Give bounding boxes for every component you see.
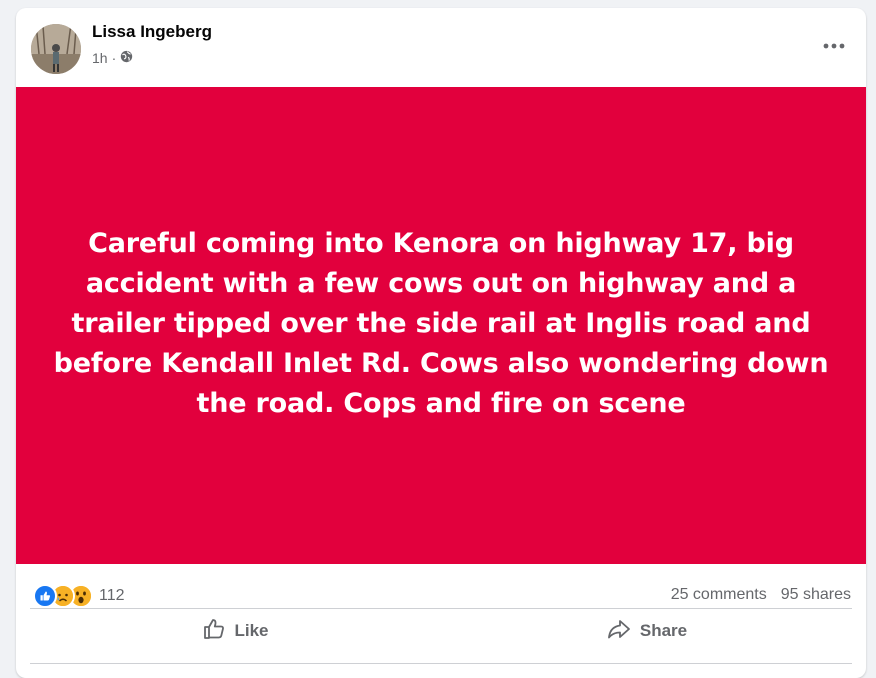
comments-count[interactable]: 25 comments — [671, 586, 767, 604]
post-banner-text: Careful coming into Kenora on highway 17… — [53, 228, 829, 419]
post-actions: Like Share — [30, 608, 852, 649]
reaction-count: 112 — [99, 587, 125, 604]
share-button[interactable]: Share — [441, 609, 852, 649]
like-reaction-icon — [33, 584, 57, 608]
actions-divider — [30, 663, 852, 664]
share-label: Share — [639, 621, 688, 640]
post-stats: 112 25 comments 95 shares — [16, 564, 866, 612]
post-card: Lissa Ingeberg 1h · Careful coming into … — [16, 8, 866, 678]
post-header: Lissa Ingeberg 1h · — [16, 8, 866, 87]
share-arrow-icon — [606, 617, 632, 646]
like-label: Like — [234, 621, 269, 640]
post-text-banner: Careful coming into Kenora on highway 17… — [16, 87, 866, 564]
author-avatar[interactable] — [31, 24, 81, 74]
like-button[interactable]: Like — [30, 609, 441, 649]
reactions-summary[interactable]: 112 — [33, 584, 125, 608]
thumbs-up-icon — [202, 617, 226, 646]
post-time[interactable]: 1h — [92, 50, 108, 66]
author-name[interactable]: Lissa Ingeberg — [92, 22, 212, 42]
meta-separator: · — [111, 50, 117, 66]
shares-count[interactable]: 95 shares — [781, 586, 851, 604]
globe-icon — [120, 50, 133, 66]
more-options-icon[interactable] — [816, 32, 852, 60]
engagement-counts: 25 comments 95 shares — [671, 586, 851, 604]
post-meta: 1h · — [92, 50, 133, 66]
